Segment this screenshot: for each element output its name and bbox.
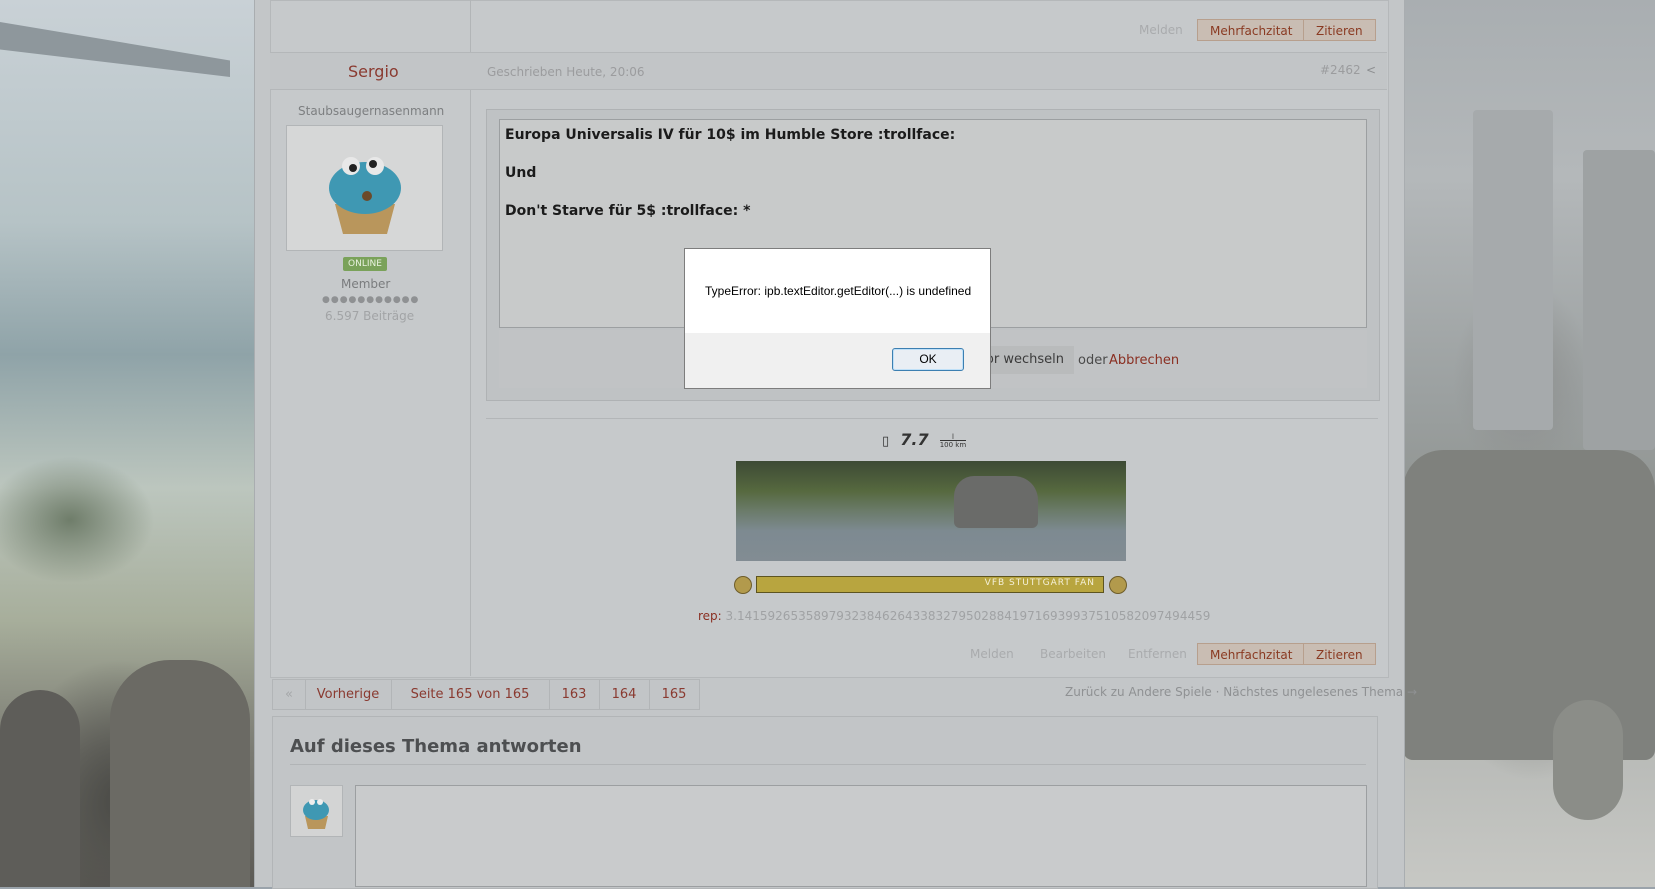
alert-dialog: TypeError: ipb.textEditor.getEditor(...)… [684,248,991,389]
alert-message: TypeError: ipb.textEditor.getEditor(...)… [705,284,972,298]
modal-overlay [0,0,1655,887]
ok-button[interactable]: OK [892,348,964,371]
alert-body: TypeError: ipb.textEditor.getEditor(...)… [685,249,990,333]
